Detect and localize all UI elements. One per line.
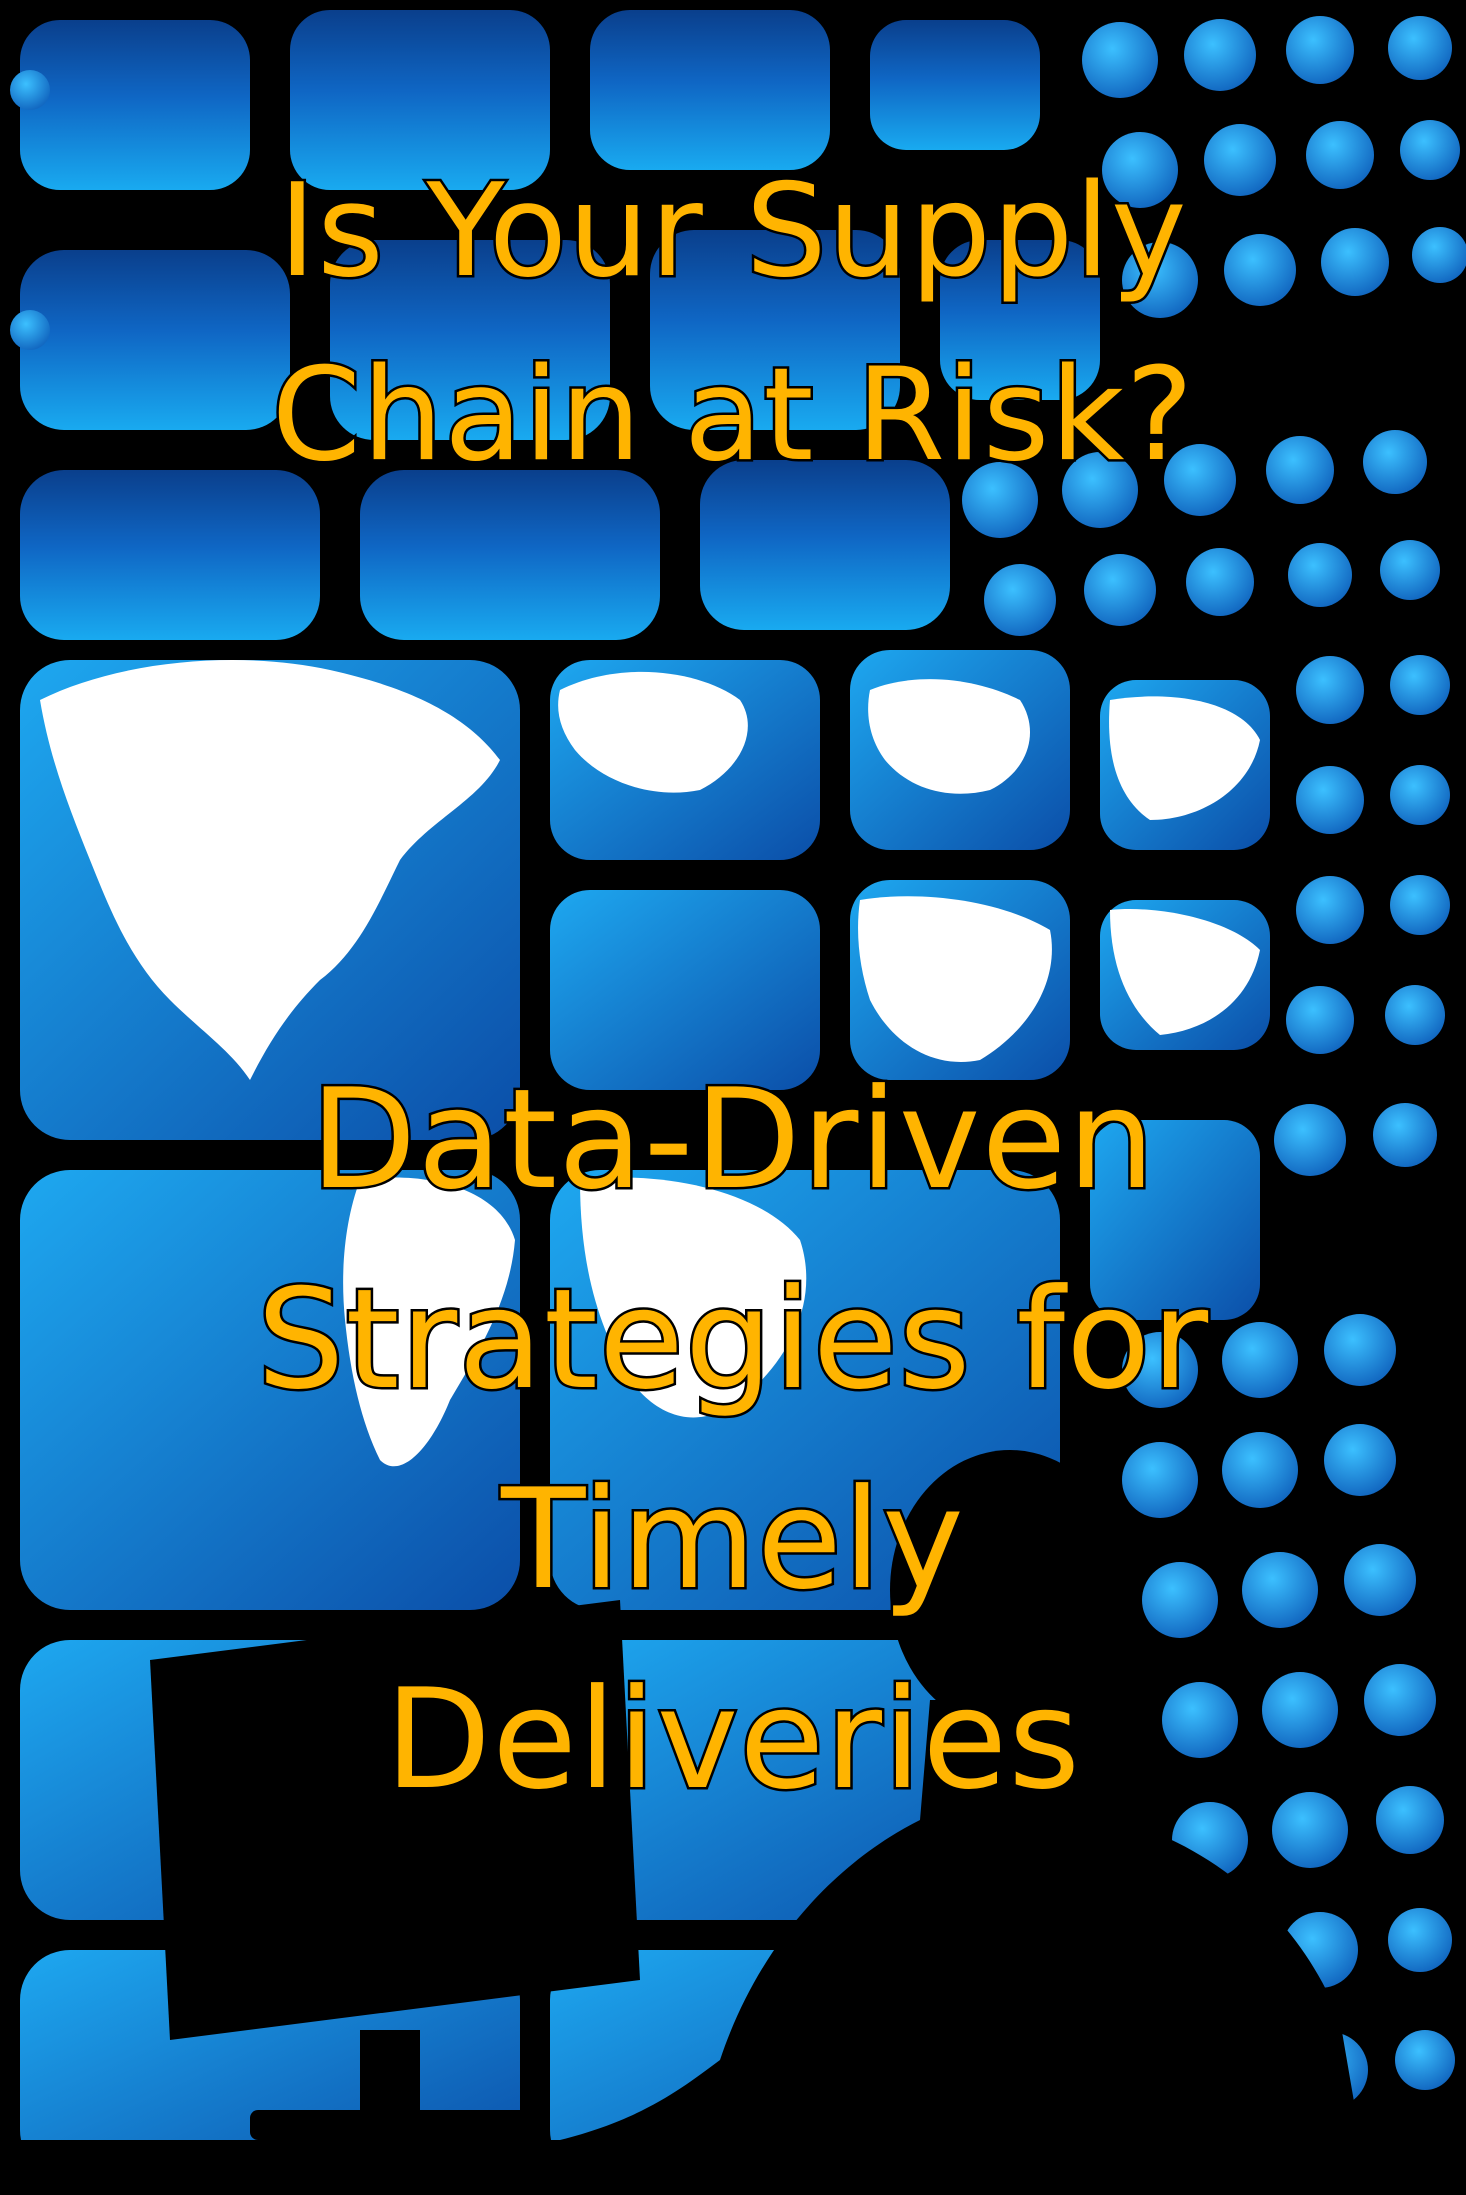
headline-subtitle-line-3: Timely xyxy=(499,1457,967,1623)
headline-subtitle-line-4: Deliveries xyxy=(382,1657,1082,1823)
headline-subtitle-line-1: Data-Driven xyxy=(308,1057,1158,1223)
headline-subtitle: Data-Driven Strategies for Timely Delive… xyxy=(0,1040,1466,1840)
headline-question-line-2: Chain at Risk? xyxy=(269,339,1196,493)
poster: Is Your Supply Chain at Risk? Data-Drive… xyxy=(0,0,1466,2195)
headline-question-line-1: Is Your Supply xyxy=(276,155,1189,309)
headline-subtitle-line-2: Strategies for xyxy=(254,1257,1210,1423)
headline-question: Is Your Supply Chain at Risk? xyxy=(0,140,1466,508)
